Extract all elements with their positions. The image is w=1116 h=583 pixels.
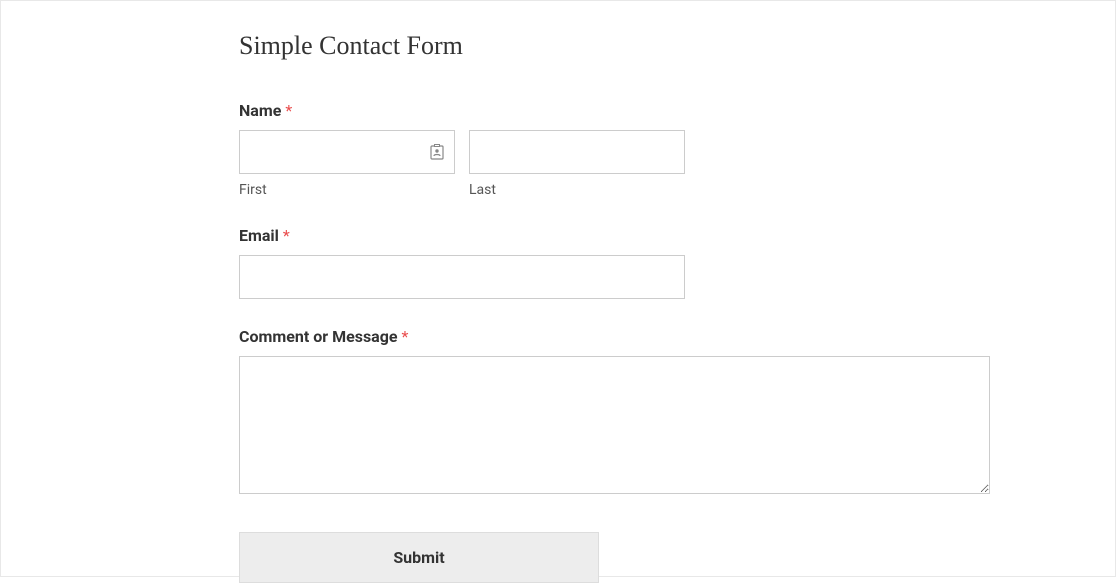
first-name-sublabel: First: [239, 182, 455, 198]
email-input[interactable]: [239, 255, 685, 299]
first-name-wrapper: [239, 130, 455, 174]
email-label-text: Email: [239, 226, 279, 245]
form-container: Simple Contact Form Name *: [1, 1, 1115, 583]
last-name-col: Last: [469, 130, 685, 198]
comment-label: Comment or Message *: [239, 327, 1115, 346]
email-required-marker: *: [283, 226, 290, 245]
submit-button[interactable]: Submit: [239, 532, 599, 583]
name-required-marker: *: [285, 101, 292, 120]
email-label: Email *: [239, 226, 1115, 245]
name-row: First Last: [239, 130, 1115, 198]
name-label: Name *: [239, 101, 1115, 120]
comment-label-text: Comment or Message: [239, 327, 398, 346]
last-name-input[interactable]: [469, 130, 685, 174]
first-name-col: First: [239, 130, 455, 198]
first-name-input[interactable]: [239, 130, 455, 174]
comment-textarea[interactable]: [239, 356, 990, 494]
comment-group: Comment or Message *: [239, 327, 1115, 498]
comment-required-marker: *: [402, 327, 409, 346]
form-title: Simple Contact Form: [239, 31, 1115, 61]
name-group: Name * First: [239, 101, 1115, 198]
contact-card-icon: [429, 143, 445, 161]
last-name-sublabel: Last: [469, 182, 685, 198]
last-name-wrapper: [469, 130, 685, 174]
email-group: Email *: [239, 226, 1115, 299]
name-label-text: Name: [239, 101, 281, 120]
